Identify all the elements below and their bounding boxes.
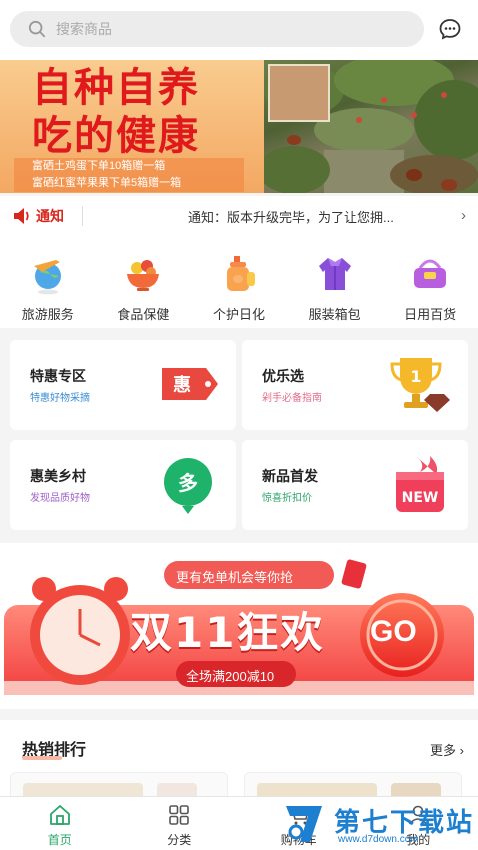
new-badge-text: NEW bbox=[402, 490, 439, 506]
search-placeholder: 搜索商品 bbox=[56, 21, 112, 37]
promo-card-new-arrivals[interactable]: 新品首发 惊喜折扣价 NEW bbox=[242, 440, 468, 530]
hui-tag-text: 惠 bbox=[173, 375, 191, 396]
notice-bar[interactable]: 通知 通知：版本升级完毕，为了让您拥... › bbox=[0, 196, 478, 236]
tab-label: 分类 bbox=[167, 833, 192, 847]
green-badge-icon: 多 bbox=[164, 458, 212, 514]
promo-card-best-picks[interactable]: 优乐选 剁手必备指南 1 bbox=[242, 340, 468, 430]
promo-title: 惠美乡村 bbox=[30, 468, 86, 484]
banner-text-panel: 自种自养 吃的健康 富硒土鸡蛋下单10箱赠一箱 富硒红蜜苹果果下单5箱赠一箱 bbox=[0, 60, 264, 193]
promo-subtitle: 剁手必备指南 bbox=[262, 393, 322, 404]
promo-title: 优乐选 bbox=[262, 368, 304, 384]
category-label: 服装箱包 bbox=[308, 307, 361, 322]
tab-home[interactable]: 首页 bbox=[0, 797, 120, 850]
notice-divider bbox=[82, 206, 83, 226]
hero-banner[interactable]: 自种自养 吃的健康 富硒土鸡蛋下单10箱赠一箱 富硒红蜜苹果果下单5箱赠一箱 bbox=[0, 60, 478, 193]
trophy-number: 1 bbox=[410, 367, 421, 386]
promo-card-deals[interactable]: 特惠专区 特惠好物采摘 惠 bbox=[10, 340, 236, 430]
home-icon bbox=[49, 805, 70, 825]
tab-label: 首页 bbox=[47, 833, 72, 847]
category-clothing[interactable]: 服装箱包 bbox=[289, 236, 381, 328]
new-gift-icon: NEW bbox=[396, 456, 444, 512]
notice-tag: 通知 bbox=[36, 208, 64, 224]
category-food[interactable]: 食品保健 bbox=[97, 236, 189, 328]
trophy-icon: 1 bbox=[390, 358, 450, 412]
green-badge-text: 多 bbox=[178, 471, 198, 495]
egg-product-thumbnail bbox=[268, 64, 330, 122]
category-daily-goods[interactable]: 日用百货 bbox=[384, 236, 476, 328]
top-bar: 搜索商品 bbox=[0, 0, 478, 60]
category-row: 旅游服务 食品保健 个护日化 服装箱包 日用百货 bbox=[0, 236, 478, 328]
category-label: 个护日化 bbox=[212, 307, 265, 322]
festival-deal: 全场满200减10 bbox=[186, 669, 275, 684]
speaker-icon bbox=[14, 208, 29, 224]
globe-plane-icon bbox=[33, 260, 61, 295]
message-icon[interactable] bbox=[438, 17, 462, 41]
search-icon bbox=[28, 20, 46, 38]
basket-icon bbox=[414, 259, 447, 288]
promo-subtitle: 惊喜折扣价 bbox=[262, 493, 312, 504]
watermark-url: www.d7down.com bbox=[338, 834, 419, 845]
title-underline bbox=[22, 756, 62, 760]
fruit-bowl-icon bbox=[127, 260, 160, 291]
category-travel[interactable]: 旅游服务 bbox=[2, 236, 94, 328]
hui-tag-icon: 惠 bbox=[162, 368, 218, 400]
category-personal-care[interactable]: 个护日化 bbox=[193, 236, 285, 328]
watermark-logo-icon bbox=[286, 806, 322, 842]
notice-text: 通知：版本升级完毕，为了让您拥... bbox=[188, 209, 394, 225]
site-watermark: 第七下载站 www.d7down.com bbox=[282, 800, 478, 850]
banner-photo bbox=[264, 60, 478, 193]
festival-banner[interactable]: 更有免单机会等你抢 双11狂欢 全场满200减10 GO bbox=[0, 543, 478, 709]
promo-subtitle: 发现品质好物 bbox=[30, 493, 90, 504]
grid-icon bbox=[169, 805, 190, 825]
promo-title: 特惠专区 bbox=[30, 368, 86, 384]
festival-top-pill: 更有免单机会等你抢 bbox=[176, 570, 294, 585]
jacket-icon bbox=[318, 258, 351, 290]
category-label: 食品保健 bbox=[117, 307, 170, 322]
banner-title: 自种自养 吃的健康 bbox=[32, 65, 200, 159]
category-label: 旅游服务 bbox=[21, 307, 74, 322]
festival-headline: 双11狂欢 bbox=[130, 608, 325, 657]
go-button[interactable]: GO bbox=[370, 615, 417, 649]
promo-subtitle: 特惠好物采摘 bbox=[30, 393, 90, 404]
more-link[interactable]: 更多 › bbox=[430, 740, 464, 759]
promo-title: 新品首发 bbox=[262, 468, 318, 484]
lotion-bottle-icon bbox=[226, 256, 255, 291]
category-label: 日用百货 bbox=[404, 307, 457, 322]
search-input[interactable]: 搜索商品 bbox=[10, 11, 424, 47]
promo-card-village[interactable]: 惠美乡村 发现品质好物 多 bbox=[10, 440, 236, 530]
banner-subtitle: 富硒土鸡蛋下单10箱赠一箱 富硒红蜜苹果果下单5箱赠一箱 bbox=[14, 158, 244, 192]
chevron-right-icon[interactable]: › bbox=[461, 207, 466, 224]
tab-category[interactable]: 分类 bbox=[120, 797, 240, 850]
